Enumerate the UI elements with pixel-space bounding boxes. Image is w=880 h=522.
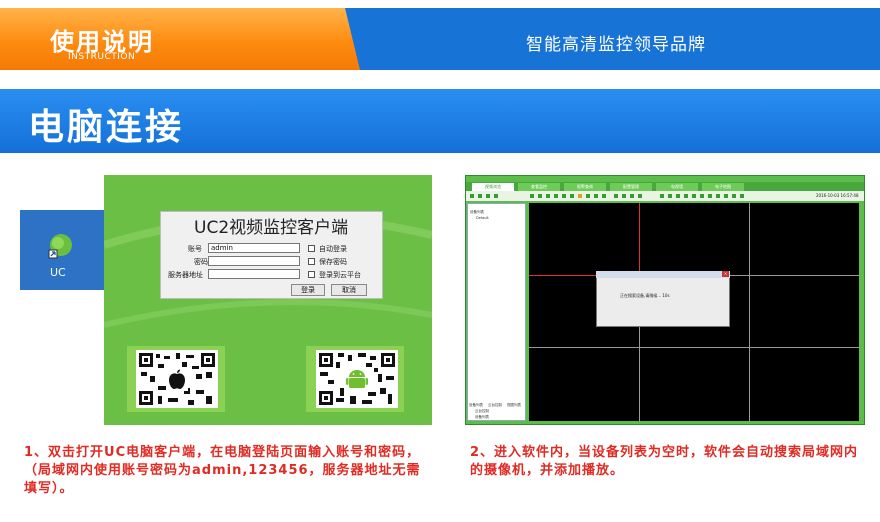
toolbar-button[interactable] xyxy=(622,194,626,198)
caption-step-1: 1、双击打开UC电脑客户端，在电脑登陆页面输入账号和密码，（局域网内使用账号密码… xyxy=(24,445,421,496)
tab-view-monitor[interactable]: 查看监控 xyxy=(518,183,560,191)
layout-button[interactable] xyxy=(692,194,696,198)
auto-login-checkbox[interactable] xyxy=(308,245,315,252)
account-field[interactable]: admin xyxy=(208,243,300,253)
side-row-ptz[interactable]: 云台控制 xyxy=(475,409,489,414)
toolbar-button[interactable] xyxy=(562,194,566,198)
search-dialog-titlebar xyxy=(596,271,730,278)
side-tab-view-list[interactable]: 视图列表 xyxy=(507,403,521,408)
apple-icon xyxy=(166,369,188,391)
account-label: 账号 xyxy=(188,245,202,253)
section-title: 电脑连接 xyxy=(28,107,185,148)
selected-cell-border xyxy=(639,203,640,275)
android-qr-code[interactable] xyxy=(316,350,398,408)
save-password-checkbox[interactable] xyxy=(308,258,315,265)
layout-button[interactable] xyxy=(700,194,704,198)
device-list-default[interactable]: Default xyxy=(476,216,489,220)
layout-button[interactable] xyxy=(716,194,720,198)
toolbar-button[interactable] xyxy=(478,194,482,198)
android-icon xyxy=(345,368,369,392)
auto-login-label: 自动登录 xyxy=(319,245,347,253)
side-row-device-list[interactable]: 设备列表 xyxy=(475,415,489,420)
layout-button[interactable] xyxy=(732,194,736,198)
save-password-label: 保存密码 xyxy=(319,258,347,266)
toolbar-button[interactable] xyxy=(578,194,582,198)
toolbar-button[interactable] xyxy=(614,194,618,198)
device-list-panel xyxy=(467,203,526,421)
client-title: UC2视频监控客户端 xyxy=(194,218,349,238)
login-cloud-checkbox[interactable] xyxy=(308,271,315,278)
ios-qr-code[interactable] xyxy=(136,350,218,408)
video-grid-divider xyxy=(529,347,859,348)
uc-app-icon[interactable] xyxy=(46,232,74,260)
side-tab-device-list[interactable]: 设备列表 xyxy=(469,403,483,408)
toolbar-button[interactable] xyxy=(602,194,606,198)
tab-config[interactable]: 配置管理 xyxy=(610,183,652,191)
manual-subtitle: INSTRUCTION xyxy=(68,52,136,62)
toolbar-button[interactable] xyxy=(594,194,598,198)
password-field[interactable] xyxy=(208,256,300,266)
server-label: 服务器地址 xyxy=(168,271,203,279)
cancel-button[interactable]: 取消 xyxy=(331,284,367,296)
layout-button[interactable] xyxy=(708,194,712,198)
video-grid-divider xyxy=(749,203,750,421)
toolbar-button[interactable] xyxy=(538,194,542,198)
layout-button[interactable] xyxy=(676,194,680,198)
search-dialog-text: 正在搜索设备,请稍候... 10s xyxy=(620,293,670,298)
toolbar-button[interactable] xyxy=(546,194,550,198)
tab-alarm-query[interactable]: 报警查询 xyxy=(564,183,606,191)
toolbar-button[interactable] xyxy=(554,194,558,198)
toolbar-button[interactable] xyxy=(630,194,634,198)
toolbar-button[interactable] xyxy=(494,194,498,198)
close-icon[interactable]: × xyxy=(722,271,729,277)
tab-video-preview[interactable]: 视频浏览 xyxy=(472,183,514,191)
layout-button[interactable] xyxy=(740,194,744,198)
login-button[interactable]: 登录 xyxy=(291,284,325,296)
layout-button[interactable] xyxy=(668,194,672,198)
caption-step-2: 2、进入软件内，当设备列表为空时，软件会自动搜索局域网内的摄像机，并添加播放。 xyxy=(470,445,859,478)
layout-button[interactable] xyxy=(724,194,728,198)
device-list-title: 设备列表 xyxy=(470,210,484,214)
toolbar-button[interactable] xyxy=(530,194,534,198)
server-field[interactable] xyxy=(208,269,300,279)
layout-button[interactable] xyxy=(684,194,688,198)
side-tab-ptz[interactable]: 云台控制 xyxy=(488,403,502,408)
password-label: 密码 xyxy=(194,258,208,266)
desktop-icon-label: UC xyxy=(50,266,66,279)
search-dialog xyxy=(596,271,730,327)
software-toolbar xyxy=(466,191,864,201)
tab-tv-wall[interactable]: 电视墙 xyxy=(656,183,698,191)
brand-tagline: 智能高清监控领导品牌 xyxy=(526,35,706,55)
toolbar-button[interactable] xyxy=(570,194,574,198)
login-cloud-label: 登录到云平台 xyxy=(319,271,361,279)
layout-button[interactable] xyxy=(660,194,664,198)
toolbar-button[interactable] xyxy=(486,194,490,198)
tab-e-map[interactable]: 电子地图 xyxy=(702,183,744,191)
toolbar-button[interactable] xyxy=(638,194,642,198)
toolbar-button[interactable] xyxy=(470,194,474,198)
software-clock: 2016-10-03 16:57:48 xyxy=(816,193,859,198)
toolbar-button[interactable] xyxy=(586,194,590,198)
